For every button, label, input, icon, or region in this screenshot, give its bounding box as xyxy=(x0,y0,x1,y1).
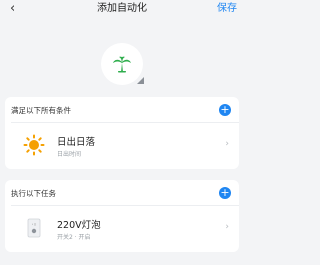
divider xyxy=(11,205,239,206)
tasks-card: 执行以下任务 + • || 220V灯泡 开关2 · 开启 › xyxy=(5,180,239,252)
tasks-header: 执行以下任务 + xyxy=(11,186,231,200)
add-task-button[interactable]: + xyxy=(219,187,231,199)
page-title: 添加自动化 xyxy=(97,3,147,14)
task-row-bulb[interactable]: • || 220V灯泡 开关2 · 开启 › xyxy=(5,207,239,249)
conditions-card: 满足以下所有条件 + 日出日落 日出时间 › xyxy=(5,97,239,169)
chevron-right-icon: › xyxy=(225,139,229,149)
edit-corner-icon xyxy=(137,77,144,84)
add-condition-button[interactable]: + xyxy=(219,104,231,116)
conditions-header: 满足以下所有条件 + xyxy=(11,103,231,117)
top-bar: ‹ 添加自动化 保存 xyxy=(0,0,244,20)
task-title: 220V灯泡 xyxy=(57,220,101,231)
svg-text:• ||: • || xyxy=(32,222,37,226)
palm-tree-icon xyxy=(113,56,131,73)
automation-icon-picker[interactable] xyxy=(101,43,144,85)
save-button[interactable]: 保存 xyxy=(217,2,237,16)
conditions-heading: 满足以下所有条件 xyxy=(11,105,71,115)
task-subtitle: 开关2 · 开启 xyxy=(57,234,91,241)
chevron-right-icon: › xyxy=(225,222,229,232)
condition-subtitle: 日出时间 xyxy=(57,151,82,158)
condition-title: 日出日落 xyxy=(57,137,96,148)
tasks-heading: 执行以下任务 xyxy=(11,188,56,198)
condition-row-sunrise-sunset[interactable]: 日出日落 日出时间 › xyxy=(5,124,239,166)
light-switch-icon: • || xyxy=(27,218,41,238)
divider xyxy=(11,122,239,123)
sun-icon xyxy=(23,134,45,156)
